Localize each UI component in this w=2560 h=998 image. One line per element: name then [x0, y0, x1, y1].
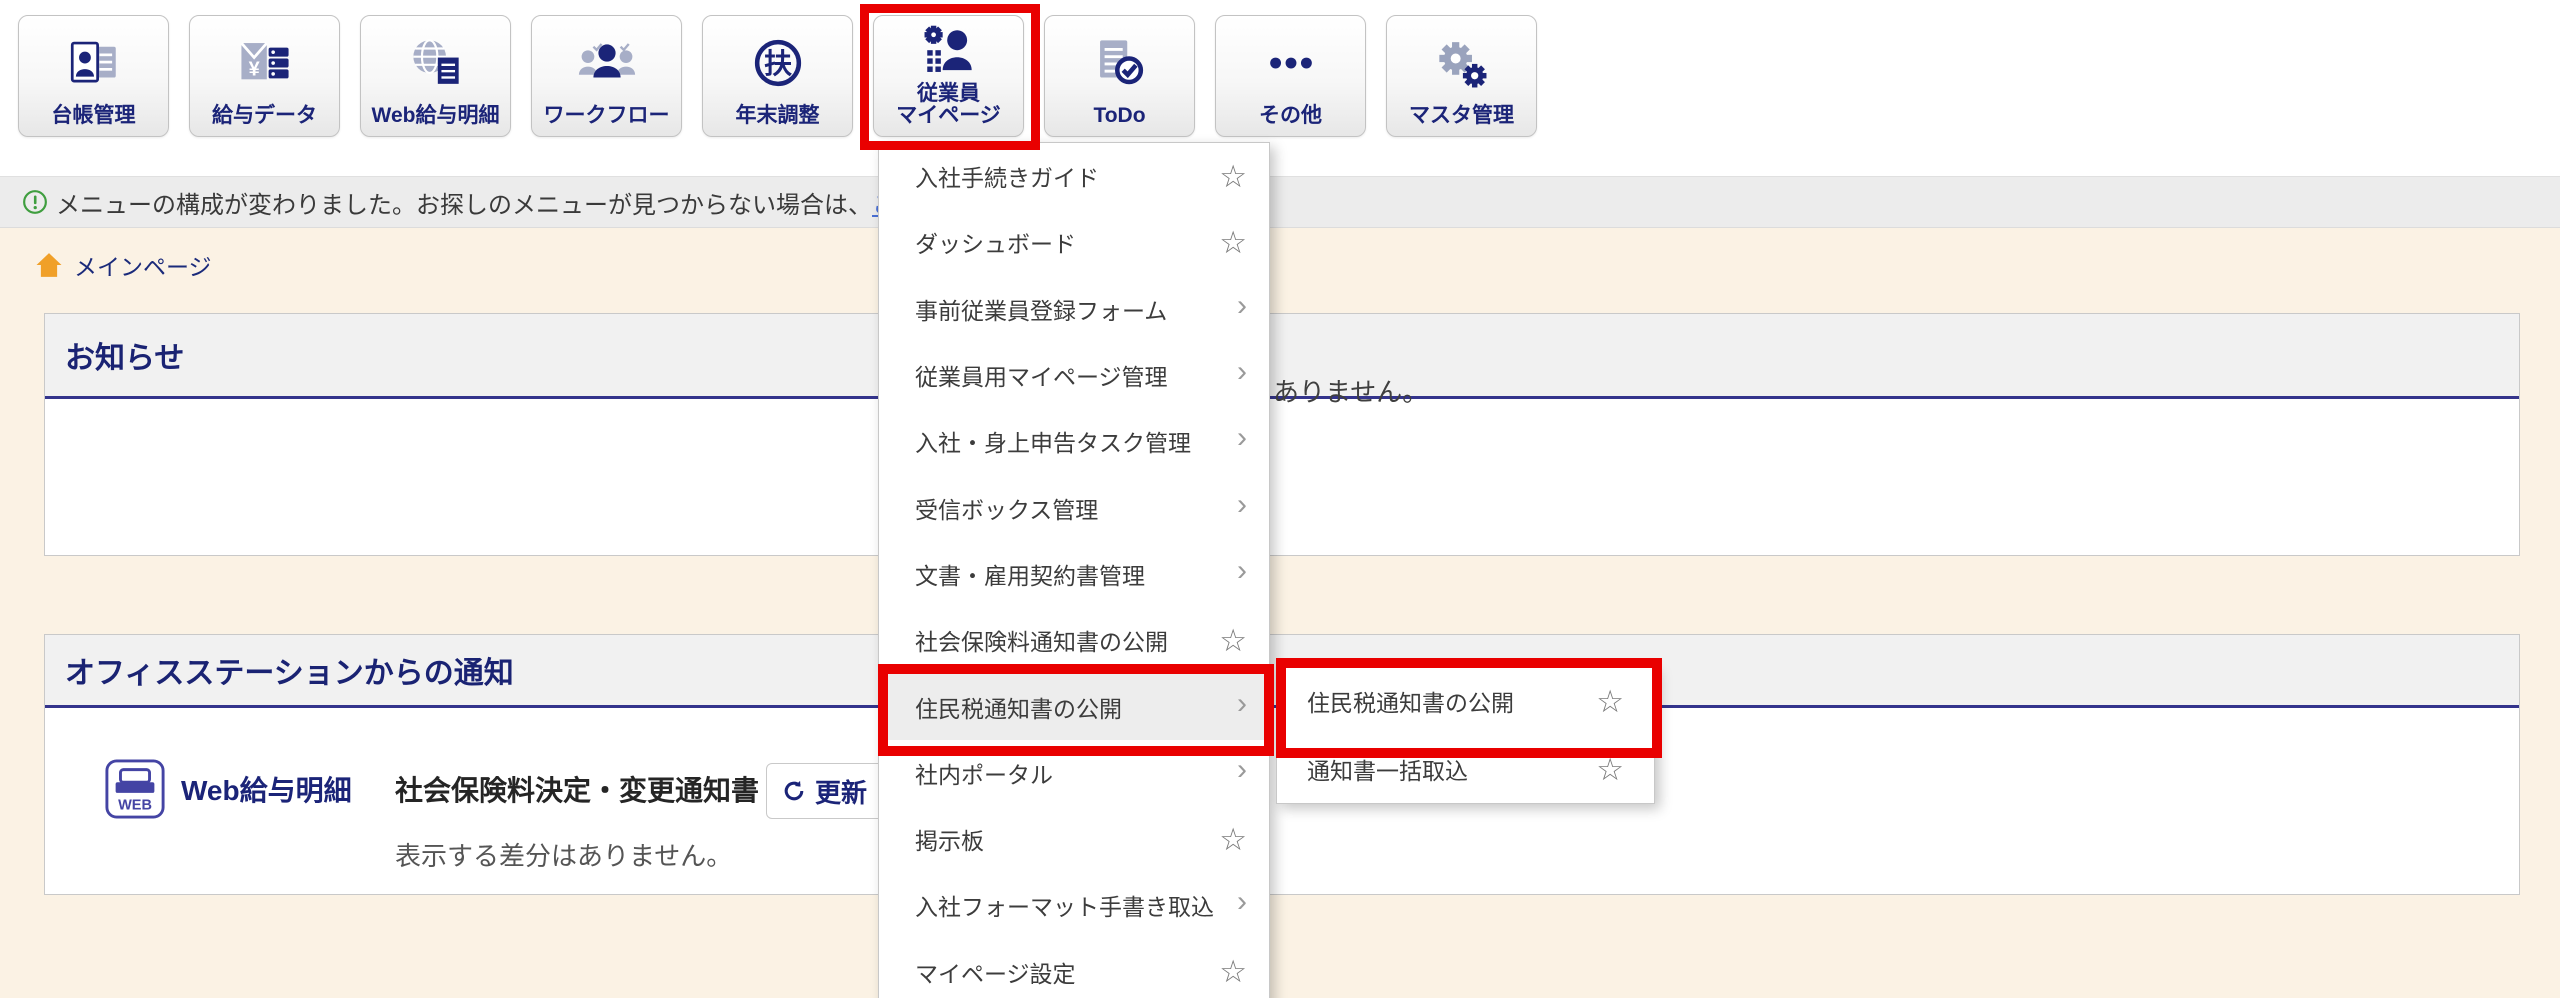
svg-text:WEB: WEB — [118, 797, 152, 813]
menu-item-social-insurance-notice[interactable]: 社会保険料通知書の公開 ☆ — [879, 607, 1269, 673]
news-section-title: お知らせ — [65, 342, 185, 375]
todo-icon — [1091, 16, 1149, 105]
menu-item-inbox-admin[interactable]: 受信ボックス管理 › — [879, 474, 1269, 540]
menu-item-bulletin-board[interactable]: 掲示板 ☆ — [879, 806, 1269, 872]
menu-item-label: 従業員用マイページ管理 — [915, 364, 1168, 391]
toolbar-button-employee-mypage[interactable]: 従業員 マイページ — [873, 15, 1024, 137]
workflow-icon — [578, 16, 636, 105]
notification-app-name: Web給与明細 — [181, 775, 352, 806]
ledger-icon — [65, 16, 123, 105]
menu-item-label: 社内ポータル — [915, 761, 1053, 788]
menu-item-label: 住民税通知書の公開 — [1307, 690, 1514, 716]
menu-item-resident-tax-notice[interactable]: 住民税通知書の公開 › — [879, 673, 1269, 740]
web-payslip-badge-icon: WEB — [104, 758, 166, 820]
chevron-right-icon[interactable]: › — [1237, 688, 1247, 719]
notification-status: 表示する差分はありません。 — [395, 841, 733, 871]
notifications-section-title: オフィスステーションからの通知 — [65, 657, 514, 690]
menu-item-onboarding-guide[interactable]: 入社手続きガイド ☆ — [879, 143, 1269, 209]
employee-mypage-menu: 入社手続きガイド ☆ ダッシュボード ☆ 事前従業員登録フォーム › 従業員用マイページ管理… — [878, 142, 1270, 998]
refresh-icon — [784, 780, 804, 801]
menu-item-label: ダッシュボード — [915, 231, 1076, 258]
menu-item-dashboard[interactable]: ダッシュボード ☆ — [879, 209, 1269, 275]
menu-item-label: 社会保険料通知書の公開 — [915, 629, 1168, 656]
refresh-button[interactable]: 更新 — [766, 763, 896, 819]
star-icon[interactable]: ☆ — [1596, 686, 1624, 717]
notice-bar: メニューの構成が変わりました。お探しのメニューが見つからない場合は、 こ — [0, 176, 2560, 228]
chevron-right-icon[interactable]: › — [1237, 489, 1247, 520]
news-empty-text: ありません。 — [1273, 377, 1429, 407]
star-icon[interactable]: ☆ — [1219, 161, 1247, 192]
menu-item-label: 住民税通知書の公開 — [915, 695, 1122, 722]
news-section: お知らせ ありません。 — [44, 313, 2520, 556]
payroll-data-icon: ¥ — [236, 16, 294, 105]
breadcrumb-label: メインページ — [74, 254, 212, 280]
star-icon[interactable]: ☆ — [1219, 956, 1247, 987]
chevron-right-icon[interactable]: › — [1237, 754, 1247, 785]
toolbar-button-master[interactable]: マスタ管理 — [1386, 15, 1537, 137]
menu-item-company-portal[interactable]: 社内ポータル › — [879, 740, 1269, 806]
alert-icon — [23, 190, 47, 214]
toolbar-button-more[interactable]: その他 — [1215, 15, 1366, 137]
employee-mypage-icon — [920, 16, 978, 83]
chevron-right-icon[interactable]: › — [1237, 887, 1247, 917]
chevron-right-icon[interactable]: › — [1237, 555, 1247, 586]
menu-item-employee-mypage-admin[interactable]: 従業員用マイページ管理 › — [879, 342, 1269, 408]
star-icon[interactable]: ☆ — [1596, 754, 1624, 785]
star-icon[interactable]: ☆ — [1219, 824, 1247, 855]
toolbar-button-payroll-data[interactable]: ¥ 給与データ — [189, 15, 340, 137]
menu-item-label: 文書・雇用契約書管理 — [915, 562, 1145, 589]
menu-item-pre-employee-form[interactable]: 事前従業員登録フォーム › — [879, 276, 1269, 342]
toolbar: 台帳管理 ¥ 給与データ Web給与明細 ワークフロー扶年末調整 従業員 マイページ ToD… — [18, 15, 1537, 137]
page: 台帳管理 ¥ 給与データ Web給与明細 ワークフロー扶年末調整 従業員 マイページ ToD… — [0, 0, 2560, 998]
menu-item-label: 入社・身上申告タスク管理 — [915, 430, 1191, 457]
submenu-item-resident-tax-notice-publish[interactable]: 住民税通知書の公開 ☆ — [1277, 667, 1654, 735]
notification-doc-title: 社会保険料決定・変更通知書 — [395, 775, 760, 806]
menu-item-label: 受信ボックス管理 — [915, 496, 1099, 523]
menu-item-document-contract-admin[interactable]: 文書・雇用契約書管理 › — [879, 541, 1269, 607]
chevron-right-icon[interactable]: › — [1237, 357, 1247, 387]
breadcrumb[interactable]: メインページ — [34, 248, 212, 282]
chevron-right-icon[interactable]: › — [1237, 290, 1247, 321]
more-icon — [1262, 16, 1320, 105]
menu-item-label: 掲示板 — [915, 828, 984, 855]
menu-item-onboarding-task-admin[interactable]: 入社・身上申告タスク管理 › — [879, 408, 1269, 474]
svg-text:扶: 扶 — [763, 47, 792, 80]
menu-item-label: 通知書一括取込 — [1307, 758, 1468, 784]
toolbar-button-ledger[interactable]: 台帳管理 — [18, 15, 169, 137]
toolbar-button-workflow[interactable]: ワークフロー — [531, 15, 682, 137]
star-icon[interactable]: ☆ — [1219, 227, 1247, 258]
menu-item-mypage-settings[interactable]: マイページ設定 ☆ — [879, 939, 1269, 998]
web-payslip-icon — [407, 16, 465, 105]
menu-item-onboarding-handwriting[interactable]: 入社フォーマット手書き取込 › — [879, 872, 1269, 938]
nencho-icon: 扶 — [749, 16, 807, 105]
toolbar-button-nencho[interactable]: 扶年末調整 — [702, 15, 853, 137]
refresh-button-label: 更新 — [815, 777, 868, 808]
toolbar-button-web-payslip[interactable]: Web給与明細 — [360, 15, 511, 137]
toolbar-button-todo[interactable]: ToDo — [1044, 15, 1195, 137]
notice-message: メニューの構成が変わりました。お探しのメニューが見つからない場合は、 — [56, 191, 872, 219]
home-icon — [36, 253, 62, 277]
menu-item-label: 入社手続きガイド — [915, 165, 1099, 192]
menu-item-label: 入社フォーマット手書き取込 — [915, 894, 1214, 921]
master-icon — [1433, 16, 1491, 105]
svg-text:¥: ¥ — [248, 59, 259, 81]
star-icon[interactable]: ☆ — [1219, 625, 1247, 656]
chevron-right-icon[interactable]: › — [1237, 423, 1247, 453]
menu-item-label: マイページ設定 — [915, 960, 1076, 987]
menu-item-label: 事前従業員登録フォーム — [915, 297, 1168, 324]
submenu-item-notice-bulk-import[interactable]: 通知書一括取込 ☆ — [1277, 735, 1654, 803]
resident-tax-submenu: 住民税通知書の公開 ☆ 通知書一括取込 ☆ — [1276, 666, 1655, 804]
